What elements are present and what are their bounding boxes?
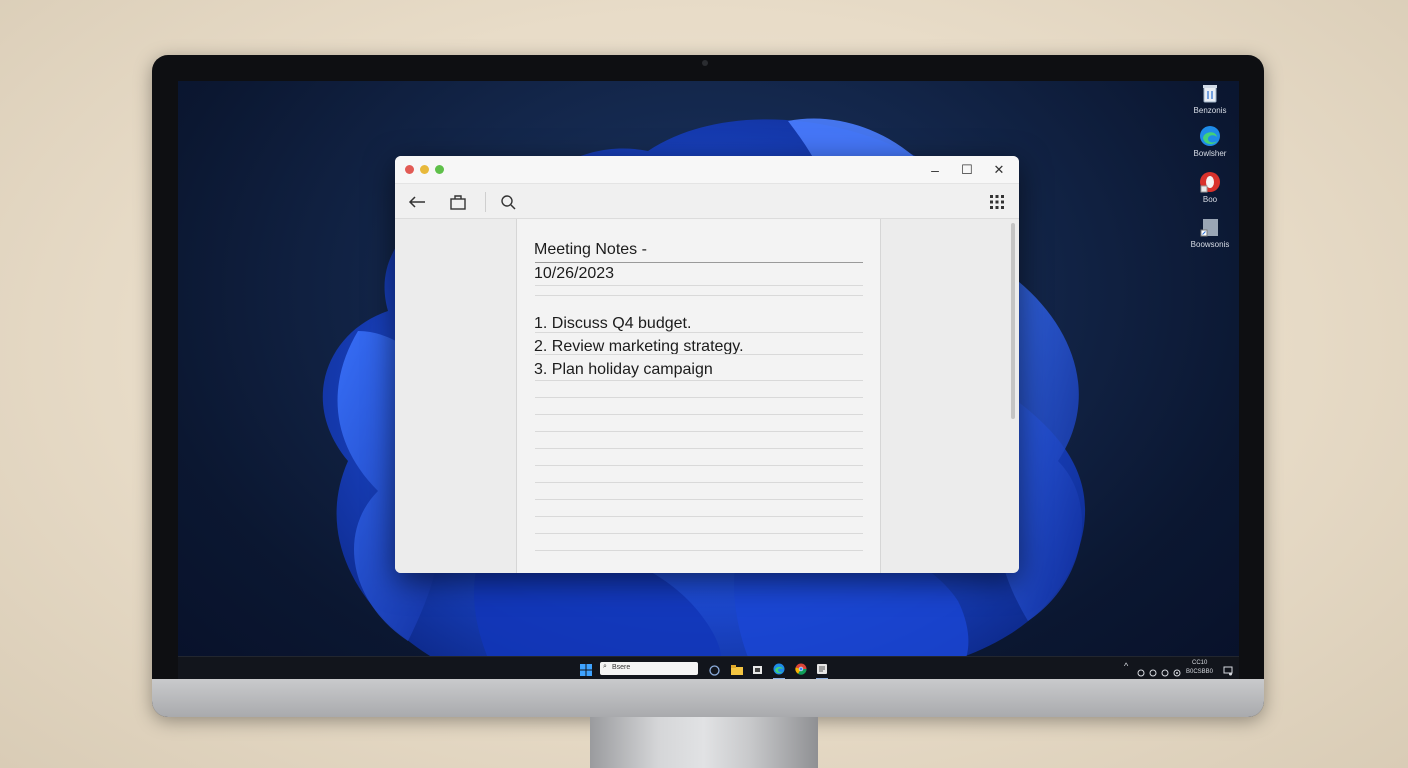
page-rule [535,465,863,466]
page-rule [535,448,863,449]
desktop-icon-label: Benzonis [1193,106,1227,115]
desktop-icon-label: Boowsonis [1190,240,1230,249]
maximize-button[interactable]: ☐ [959,162,975,178]
page-rule [535,516,863,517]
page-rule [535,285,863,286]
notification-icon[interactable] [1223,663,1233,680]
back-arrow-icon[interactable] [407,193,427,211]
page-rule [535,550,863,551]
window-content: Meeting Notes - 10/26/2023 1. Discuss Q4… [395,219,1019,573]
chevron-up-icon[interactable]: ^ [1124,661,1128,671]
shopping-bag-icon[interactable] [448,193,468,211]
opera-icon [1199,171,1221,193]
note-item[interactable]: 3. Plan holiday campaign [534,361,713,379]
close-dot[interactable] [405,165,414,174]
page-rule [535,431,863,432]
window-toolbar [395,184,1019,219]
settings-icon[interactable] [1173,664,1181,680]
desktop-icon-shortcut[interactable]: Boowsonis [1180,216,1239,249]
webcam [702,60,708,66]
left-pane [395,219,517,573]
page-rule [535,414,863,415]
taskbar: ⌕ Bsere ^ CC10 B0CSBB0 [178,656,1239,680]
recycle-bin-icon [1199,82,1221,104]
note-date[interactable]: 10/26/2023 [534,265,614,283]
chrome-icon[interactable] [795,662,807,680]
title-rule [535,262,863,263]
desktop-icon-recycle-bin[interactable]: Benzonis [1180,82,1239,115]
page-rule [535,354,863,355]
notes-window: – ☐ ✕ Meeting Notes - 10/26/2023 1. Disc… [395,156,1019,573]
maximize-dot[interactable] [435,165,444,174]
close-button[interactable]: ✕ [991,162,1007,178]
network-icon[interactable] [1137,664,1145,680]
file-shortcut-icon [1199,216,1221,238]
taskbar-search-placeholder: Bsere [612,664,631,671]
page-rule [535,380,863,381]
desktop-screen: Benzonis Bowlsher Boo Boowsonis – ☐ ✕ Me… [178,81,1239,680]
page-rule [535,533,863,534]
window-titlebar[interactable]: – ☐ ✕ [395,156,1019,184]
desktop-icon-label: Bowlsher [1193,149,1227,158]
monitor-stand [590,717,818,768]
desktop-icon-opera[interactable]: Boo [1180,171,1239,204]
grid-icon[interactable] [987,193,1007,211]
monitor: Benzonis Bowlsher Boo Boowsonis – ☐ ✕ Me… [152,55,1264,717]
edge-icon [1199,125,1221,147]
right-pane [881,219,1019,573]
file-explorer-icon[interactable] [731,663,743,680]
search-icon: ⌕ [603,663,607,670]
store-icon[interactable] [752,662,763,680]
search-icon[interactable] [499,193,519,211]
clock-time[interactable]: CC10 [1192,660,1207,666]
note-item[interactable]: 1. Discuss Q4 budget. [534,315,691,333]
battery-icon[interactable] [1161,664,1169,680]
clock-date[interactable]: B0CSBB0 [1186,669,1213,675]
desktop-icon-edge[interactable]: Bowlsher [1180,125,1239,158]
note-page[interactable]: Meeting Notes - 10/26/2023 1. Discuss Q4… [517,219,881,573]
page-rule [535,332,863,333]
page-rule [535,499,863,500]
minimize-dot[interactable] [420,165,429,174]
toolbar-separator [485,192,486,212]
page-rule [535,295,863,296]
note-title[interactable]: Meeting Notes - [534,241,647,259]
monitor-chin [152,679,1264,717]
page-rule [535,397,863,398]
vertical-scrollbar[interactable] [1011,223,1015,419]
volume-icon[interactable] [1149,664,1157,680]
windows-start-icon[interactable] [580,663,592,680]
taskbar-search[interactable]: ⌕ Bsere [600,662,698,675]
desktop-icon-label: Boo [1202,195,1218,204]
page-rule [535,482,863,483]
task-view-icon[interactable] [709,663,720,680]
minimize-button[interactable]: – [927,162,943,178]
